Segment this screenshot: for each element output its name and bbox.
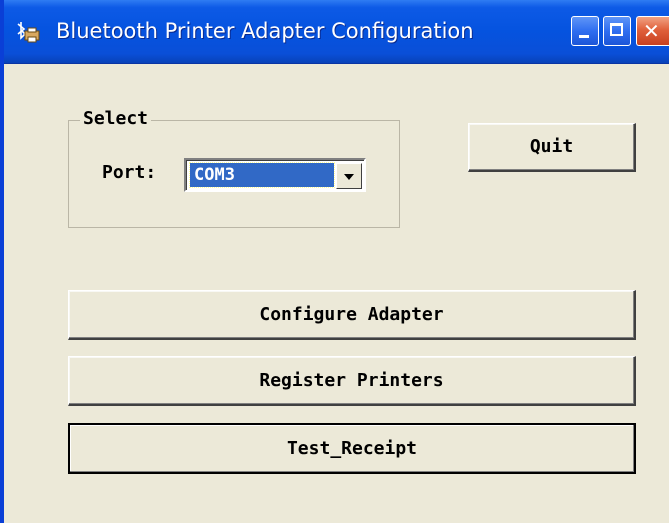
test-receipt-label: Test_Receipt: [286, 437, 418, 459]
port-label: Port:: [102, 162, 157, 183]
port-dropdown[interactable]: COM3: [184, 158, 366, 192]
close-icon: ✕: [643, 19, 660, 43]
configure-adapter-button[interactable]: Configure Adapter: [68, 290, 636, 340]
quit-button-label: Quit: [529, 136, 574, 157]
quit-button[interactable]: Quit: [468, 123, 636, 172]
select-group-title: Select: [80, 108, 152, 129]
close-button[interactable]: ✕: [636, 16, 669, 46]
minimize-button[interactable]: [571, 16, 599, 46]
chevron-down-icon[interactable]: [336, 163, 362, 189]
test-receipt-button[interactable]: Test_Receipt: [68, 423, 636, 474]
maximize-button[interactable]: [603, 16, 631, 46]
minimize-icon: [579, 35, 589, 38]
register-printers-button[interactable]: Register Printers: [68, 356, 636, 406]
register-printers-label: Register Printers: [259, 369, 444, 391]
title-bar[interactable]: Bluetooth Printer Adapter Configuration …: [4, 0, 669, 64]
maximize-icon: [610, 23, 623, 36]
app-window: Bluetooth Printer Adapter Configuration …: [0, 0, 669, 523]
bluetooth-printer-icon: [17, 22, 40, 43]
window-title: Bluetooth Printer Adapter Configuration: [56, 19, 474, 43]
port-dropdown-value[interactable]: COM3: [189, 162, 335, 188]
configure-adapter-label: Configure Adapter: [259, 303, 444, 325]
